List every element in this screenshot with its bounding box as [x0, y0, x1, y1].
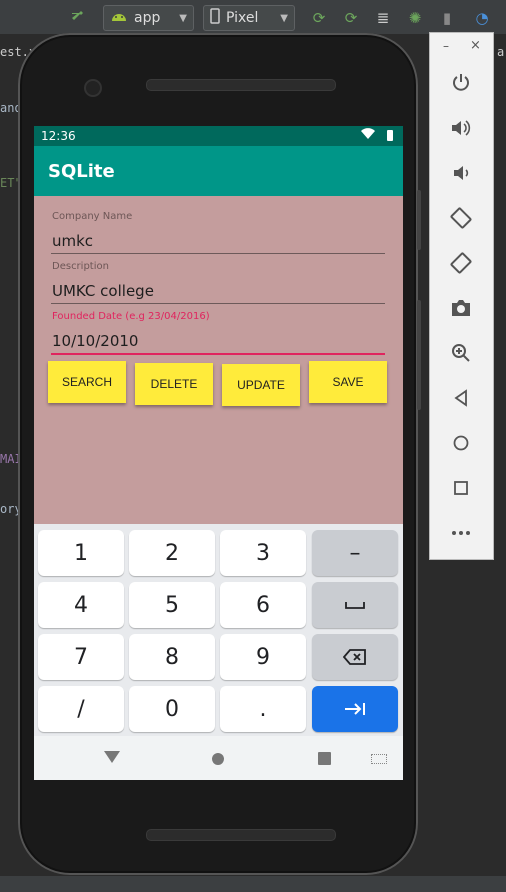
- key-9[interactable]: 9: [220, 634, 306, 680]
- camera-icon[interactable]: [447, 294, 475, 322]
- logcat-icon[interactable]: ≣: [372, 6, 394, 30]
- chevron-down-icon: ▼: [179, 12, 187, 24]
- close-button[interactable]: ×: [470, 38, 481, 53]
- power-side-button[interactable]: [417, 190, 421, 250]
- search-button[interactable]: SEARCH: [48, 361, 126, 403]
- key-slash[interactable]: /: [38, 686, 124, 732]
- emulator-panel-header: – ×: [430, 33, 493, 61]
- key-6[interactable]: 6: [220, 582, 306, 628]
- space-key[interactable]: [312, 582, 398, 628]
- wifi-icon: [361, 128, 375, 143]
- hammer-build-icon[interactable]: [66, 6, 92, 30]
- status-time: 12:36: [41, 129, 76, 143]
- founded-date-underline: [51, 353, 385, 355]
- back-icon[interactable]: [104, 751, 120, 763]
- chevron-down-icon: ▼: [280, 12, 288, 24]
- ide-status-bar: [0, 876, 506, 892]
- key-7[interactable]: 7: [38, 634, 124, 680]
- backspace-key[interactable]: [312, 634, 398, 680]
- key-8[interactable]: 8: [129, 634, 215, 680]
- company-name-underline: [51, 253, 385, 254]
- debug-icon[interactable]: ✺: [404, 6, 426, 30]
- key-3[interactable]: 3: [220, 530, 306, 576]
- delete-button[interactable]: DELETE: [135, 363, 213, 405]
- device-select[interactable]: Pixel ▼: [203, 5, 295, 31]
- phone-screen: 12:36 SQLite Company Name umkc Descripti…: [34, 126, 403, 780]
- device-label: Pixel: [226, 10, 259, 26]
- android-icon: [110, 10, 128, 26]
- key-1[interactable]: 1: [38, 530, 124, 576]
- ide-toolbar: app ▼ Pixel ▼ ⟳ ⟳ ≣ ✺ ▮ ◔: [0, 0, 506, 34]
- app-title: SQLite: [48, 161, 115, 182]
- space-icon: [345, 602, 365, 609]
- numeric-keyboard: 1 2 3 – 4 5 6 7 8 9 / 0 .: [34, 524, 403, 736]
- attach-debugger-icon[interactable]: ▮: [436, 6, 458, 30]
- description-input[interactable]: UMKC college: [52, 282, 154, 300]
- zoom-icon[interactable]: [447, 339, 475, 367]
- recents-icon[interactable]: [318, 752, 331, 765]
- key-5[interactable]: 5: [129, 582, 215, 628]
- company-name-input[interactable]: umkc: [52, 232, 93, 250]
- emulator-controls-panel: – ×: [429, 32, 494, 560]
- volume-side-button[interactable]: [417, 300, 421, 410]
- top-speaker: [146, 79, 336, 91]
- save-button[interactable]: SAVE: [309, 361, 387, 403]
- minimize-button[interactable]: –: [443, 39, 449, 53]
- battery-icon: [387, 130, 393, 141]
- profiler-icon[interactable]: ◔: [470, 6, 494, 30]
- key-period[interactable]: .: [220, 686, 306, 732]
- overview-icon[interactable]: [447, 474, 475, 502]
- rotate-left-icon[interactable]: [447, 204, 475, 232]
- keyboard-switch-icon[interactable]: [371, 754, 387, 764]
- backspace-icon: [343, 649, 366, 665]
- more-icon[interactable]: [447, 519, 475, 547]
- home-icon[interactable]: [212, 753, 224, 765]
- status-bar: 12:36: [34, 126, 403, 146]
- key-0[interactable]: 0: [129, 686, 215, 732]
- apply-code-changes-icon[interactable]: ⟳: [340, 6, 362, 30]
- volume-up-icon[interactable]: [447, 114, 475, 142]
- volume-down-icon[interactable]: [447, 159, 475, 187]
- home-icon[interactable]: [447, 429, 475, 457]
- key-4[interactable]: 4: [38, 582, 124, 628]
- next-arrow-icon: [345, 703, 365, 715]
- run-config-label: app: [134, 10, 161, 26]
- key-minus[interactable]: –: [312, 530, 398, 576]
- device-icon: [210, 8, 220, 28]
- key-2[interactable]: 2: [129, 530, 215, 576]
- bottom-speaker: [146, 829, 336, 841]
- back-icon[interactable]: [447, 384, 475, 412]
- rotate-right-icon[interactable]: [447, 249, 475, 277]
- description-label: Description: [52, 261, 109, 272]
- code-fragment: a: [497, 45, 505, 59]
- front-camera: [84, 79, 102, 97]
- founded-date-input[interactable]: 10/10/2010: [52, 332, 138, 350]
- founded-date-label: Founded Date (e.g 23/04/2016): [52, 311, 210, 322]
- system-nav-bar: [34, 736, 403, 780]
- power-icon[interactable]: [447, 69, 475, 97]
- run-config-select[interactable]: app ▼: [103, 5, 194, 31]
- company-name-label: Company Name: [52, 211, 133, 222]
- update-button[interactable]: UPDATE: [222, 364, 300, 406]
- app-bar: SQLite: [34, 146, 403, 196]
- enter-key[interactable]: [312, 686, 398, 732]
- apply-changes-icon[interactable]: ⟳: [308, 6, 330, 30]
- description-underline: [51, 303, 385, 304]
